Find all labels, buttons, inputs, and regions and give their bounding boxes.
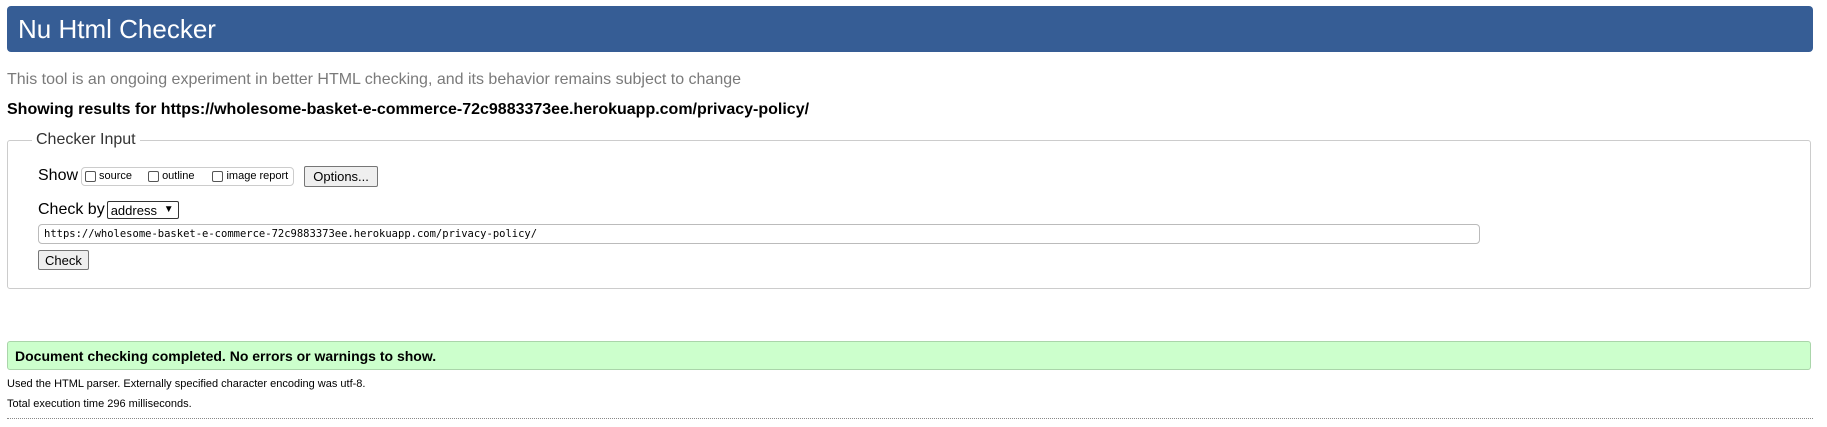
check-button[interactable]: Check bbox=[38, 250, 89, 270]
show-options-row: Show source outline image report Options… bbox=[38, 165, 378, 187]
source-checkbox-label[interactable]: source bbox=[99, 170, 132, 182]
checker-input-fieldset: Checker Input Show source outline image … bbox=[7, 131, 1811, 289]
url-input[interactable]: https://wholesome-basket-e-commerce-72c9… bbox=[38, 224, 1480, 244]
header-bar: Nu Html Checker bbox=[7, 6, 1813, 52]
outline-checkbox-label[interactable]: outline bbox=[162, 170, 194, 182]
checker-input-legend: Checker Input bbox=[32, 131, 140, 149]
divider bbox=[7, 418, 1813, 419]
outline-checkbox[interactable] bbox=[148, 170, 160, 182]
check-by-selected-value[interactable]: address bbox=[111, 203, 157, 218]
outline-option[interactable]: outline bbox=[148, 170, 194, 182]
tool-description: This tool is an ongoing experiment in be… bbox=[7, 71, 742, 88]
page: Nu Html Checker This tool is an ongoing … bbox=[0, 0, 1827, 427]
show-checkbox-group: source outline image report bbox=[81, 166, 295, 186]
options-button[interactable]: Options... bbox=[304, 165, 378, 187]
check-by-label: Check by bbox=[38, 201, 105, 218]
parser-info: Used the HTML parser. Externally specifi… bbox=[7, 378, 366, 390]
success-message: Document checking completed. No errors o… bbox=[7, 341, 1811, 370]
image-report-option[interactable]: image report bbox=[212, 170, 288, 182]
results-for-heading: Showing results for https://wholesome-ba… bbox=[7, 101, 810, 118]
page-title: Nu Html Checker bbox=[18, 14, 216, 44]
chevron-down-icon[interactable]: ▼ bbox=[164, 204, 174, 215]
image-report-checkbox[interactable] bbox=[212, 170, 224, 182]
check-by-row: Check by address ▼ bbox=[38, 200, 179, 220]
execution-time: Total execution time 296 milliseconds. bbox=[7, 398, 192, 410]
image-report-checkbox-label[interactable]: image report bbox=[226, 170, 288, 182]
check-by-select[interactable]: address ▼ bbox=[106, 201, 179, 219]
show-label: Show bbox=[38, 167, 79, 184]
source-checkbox[interactable] bbox=[85, 170, 97, 182]
source-option[interactable]: source bbox=[85, 170, 132, 182]
